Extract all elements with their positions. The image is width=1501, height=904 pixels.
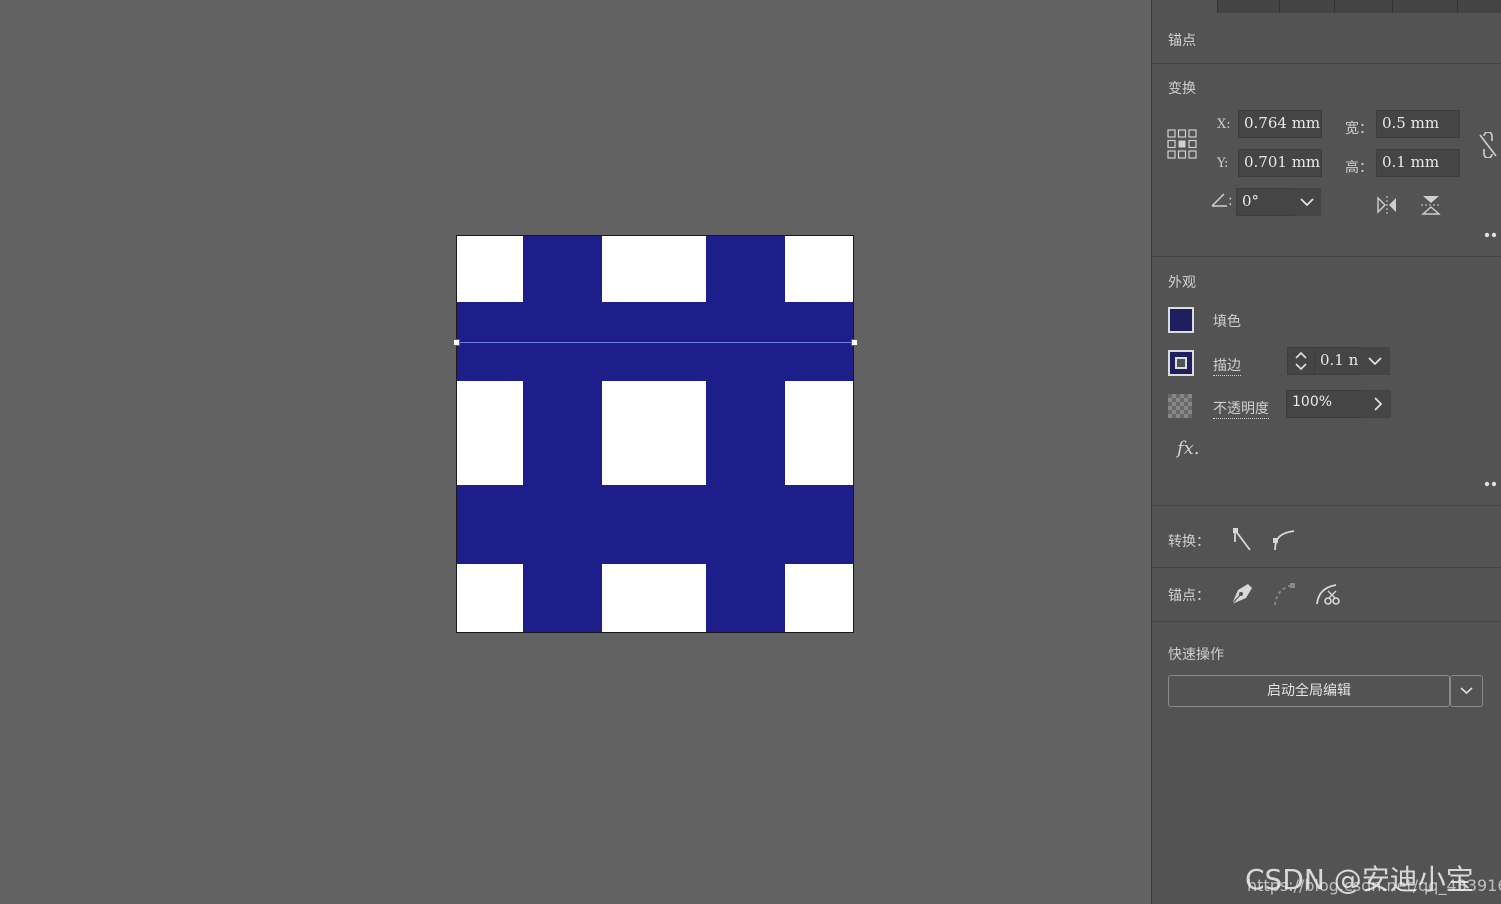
- rotate-angle-dropdown[interactable]: [1293, 188, 1321, 216]
- global-edit-dropdown[interactable]: [1450, 675, 1483, 707]
- width-label: 宽：: [1345, 121, 1373, 137]
- selected-path-line[interactable]: [456, 342, 854, 343]
- stroke-label[interactable]: 描边: [1213, 355, 1241, 376]
- global-edit-button[interactable]: 启动全局编辑: [1168, 675, 1450, 707]
- x-label: X:: [1217, 117, 1231, 132]
- anchor-label: 锚点：: [1168, 588, 1210, 604]
- more-options-icon[interactable]: [1483, 232, 1499, 238]
- divider: [1152, 567, 1501, 568]
- divider: [1152, 505, 1501, 506]
- height-label: 高：: [1345, 160, 1373, 176]
- canvas-area[interactable]: [0, 0, 1151, 904]
- divider: [1152, 621, 1501, 622]
- artboard[interactable]: [456, 235, 854, 633]
- flip-vertical-icon[interactable]: [1420, 194, 1442, 216]
- vertical-band-right: [706, 236, 785, 632]
- chevron-up-down-icon: [1295, 351, 1307, 371]
- stroke-weight-field[interactable]: 0.1 n: [1314, 347, 1362, 375]
- chevron-right-icon: [1374, 397, 1383, 411]
- panel-tab-strip: [1152, 0, 1501, 13]
- y-position-field[interactable]: 0.701 mm: [1238, 149, 1322, 177]
- divider: [1152, 63, 1501, 64]
- opacity-checker-icon: [1168, 394, 1192, 418]
- angle-colon: :: [1228, 193, 1233, 209]
- pen-add-anchor-icon[interactable]: [1228, 580, 1256, 608]
- tab-libraries[interactable]: [1279, 0, 1335, 13]
- convert-to-corner-icon[interactable]: [1232, 528, 1254, 552]
- chevron-down-icon: [1368, 357, 1382, 366]
- convert-to-smooth-icon[interactable]: [1272, 528, 1296, 552]
- stroke-swatch[interactable]: [1168, 350, 1194, 376]
- cut-path-icon[interactable]: [1314, 582, 1342, 608]
- flip-horizontal-icon[interactable]: [1376, 195, 1398, 215]
- selection-handle-right[interactable]: [851, 339, 858, 346]
- height-field[interactable]: 0.1 mm: [1376, 149, 1460, 177]
- transform-section-title: 变换: [1168, 81, 1196, 97]
- width-field[interactable]: 0.5 mm: [1376, 110, 1460, 138]
- stroke-weight-dropdown[interactable]: [1361, 347, 1390, 375]
- quick-actions-title: 快速操作: [1168, 647, 1224, 663]
- tab-layers[interactable]: [1217, 0, 1280, 13]
- fx-effects-button[interactable]: fx.: [1177, 438, 1200, 459]
- anchor-section-title: 锚点: [1168, 33, 1196, 49]
- tab-properties[interactable]: [1152, 0, 1218, 13]
- vertical-band-left: [523, 236, 602, 632]
- opacity-field[interactable]: 100%: [1286, 390, 1364, 418]
- fill-label: 填色: [1213, 314, 1241, 330]
- tab-color[interactable]: [1334, 0, 1393, 13]
- chevron-down-icon: [1300, 198, 1314, 207]
- properties-panel: 锚点 变换 X: 0.764 mm Y: 0.701 mm 宽： 0.5 mm …: [1151, 0, 1501, 904]
- remove-anchor-icon[interactable]: [1272, 582, 1298, 608]
- watermark-text: CSDN @安迪小宝: [1245, 863, 1474, 896]
- divider: [1152, 256, 1501, 257]
- selection-handle-left[interactable]: [453, 339, 460, 346]
- opacity-expand-button[interactable]: [1363, 390, 1391, 418]
- x-position-field[interactable]: 0.764 mm: [1238, 110, 1322, 138]
- constrain-proportions-icon[interactable]: [1476, 132, 1500, 158]
- rotate-angle-field[interactable]: 0°: [1236, 188, 1294, 216]
- opacity-label[interactable]: 不透明度: [1213, 398, 1269, 419]
- y-label: Y:: [1217, 156, 1229, 171]
- stroke-swatch-inner: [1175, 357, 1187, 369]
- fill-swatch[interactable]: [1168, 307, 1194, 333]
- tab-stroke[interactable]: [1392, 0, 1458, 13]
- stroke-stepper[interactable]: [1287, 347, 1315, 375]
- reference-point-grid-icon[interactable]: [1167, 129, 1197, 159]
- chevron-down-icon: [1460, 687, 1473, 695]
- rotate-angle-icon: [1211, 193, 1227, 207]
- convert-label: 转换：: [1168, 534, 1210, 550]
- appearance-section-title: 外观: [1168, 275, 1196, 291]
- horizontal-band-bottom: [457, 485, 853, 564]
- more-options-icon[interactable]: [1483, 481, 1499, 487]
